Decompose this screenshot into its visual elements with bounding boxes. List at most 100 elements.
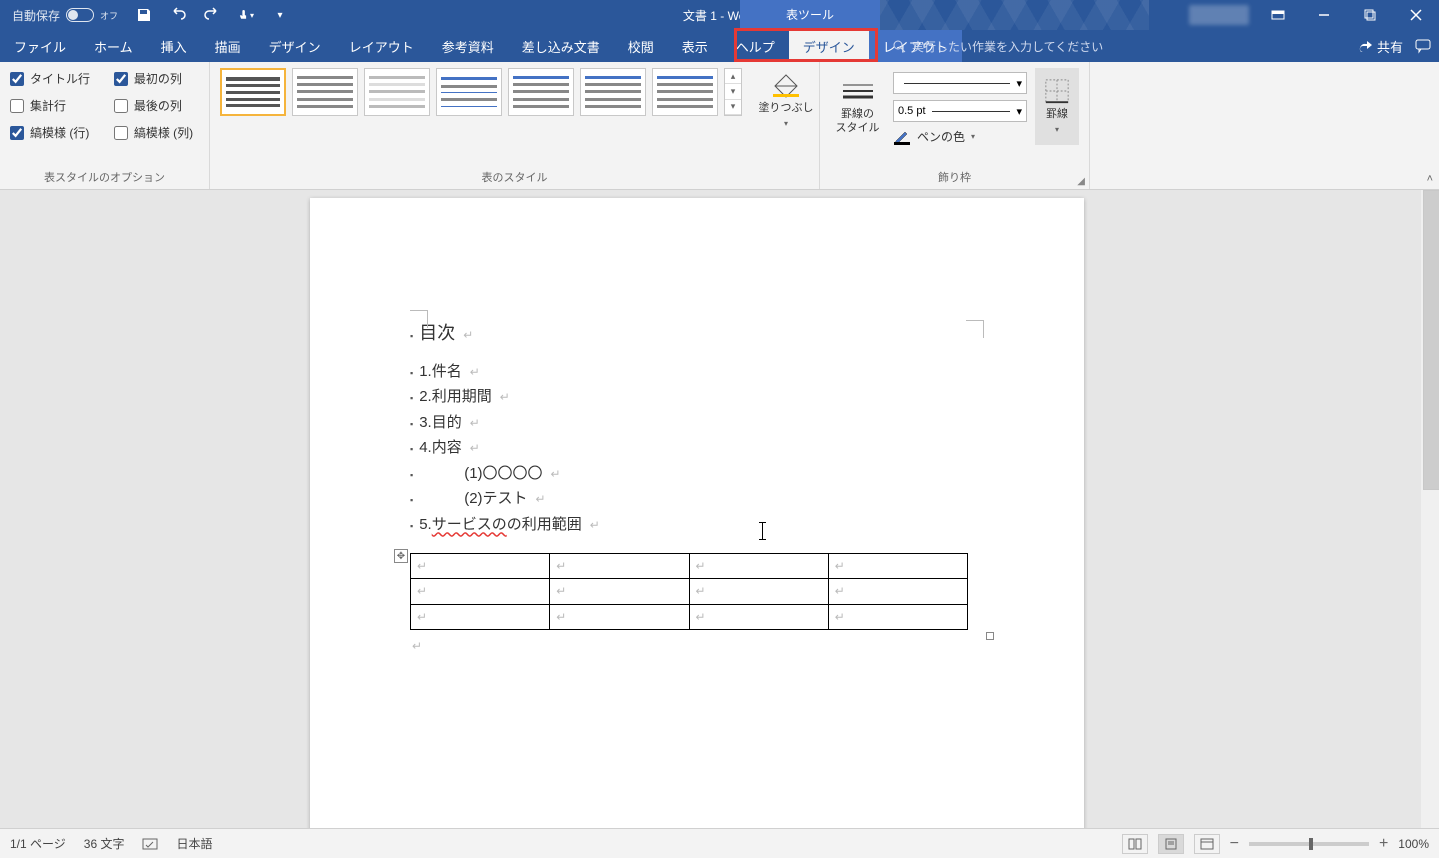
style-thumb[interactable] (292, 68, 358, 116)
table-cell[interactable]: ↵ (828, 554, 967, 579)
zoom-in-button[interactable]: + (1379, 835, 1388, 853)
bucket-icon (769, 72, 803, 98)
maximize-icon[interactable] (1347, 0, 1393, 30)
table-cell[interactable]: ↵ (550, 554, 689, 579)
table-row[interactable]: ↵↵↵↵ (411, 579, 968, 604)
btn-label: ペンの色 (917, 128, 965, 145)
doc-line: 5.サービスのの利用範囲 (419, 512, 582, 538)
tab-view[interactable]: 表示 (668, 30, 722, 62)
spellcheck-icon[interactable] (142, 836, 158, 852)
language-indicator[interactable]: 日本語 (176, 835, 212, 852)
tab-help[interactable]: ヘルプ (722, 30, 789, 62)
tab-references[interactable]: 参考資料 (428, 30, 508, 62)
tab-layout[interactable]: レイアウト (335, 30, 428, 62)
scrollbar-thumb[interactable] (1423, 190, 1439, 490)
group-label: 飾り枠 (830, 169, 1079, 187)
tab-insert[interactable]: 挿入 (147, 30, 201, 62)
table[interactable]: ✥ ↵↵↵↵↵↵↵↵↵↵↵↵ (410, 553, 984, 630)
style-thumb[interactable] (508, 68, 574, 116)
page: 目次↵ 1.件名↵ 2.利用期間↵ 3.目的↵ 4.内容↵ (1)〇〇〇〇↵ (… (310, 198, 1084, 828)
minimize-icon[interactable] (1301, 0, 1347, 30)
line-weight-combo[interactable]: 0.5 pt▾ (893, 100, 1027, 122)
chk-label: 縞模様 (列) (134, 124, 193, 141)
word-count[interactable]: 36 文字 (84, 835, 125, 852)
dialog-launcher-icon[interactable]: ◢ (1077, 176, 1085, 187)
group-table-style-options: タイトル行 最初の列 集計行 最後の列 縞模様 (行) 縞模様 (列) 表スタイ… (0, 62, 210, 189)
autosave-label: 自動保存 (12, 7, 60, 24)
shading-button[interactable]: 塗りつぶし ▾ (756, 72, 816, 129)
comments-icon[interactable] (1415, 38, 1431, 54)
view-print-layout[interactable] (1158, 834, 1184, 854)
view-read-mode[interactable] (1122, 834, 1148, 854)
chk-header-row[interactable]: タイトル行 (10, 70, 96, 87)
save-icon[interactable] (136, 7, 152, 23)
ribbon-display-icon[interactable] (1255, 0, 1301, 30)
borders-button[interactable]: 罫線 ▾ (1035, 68, 1079, 145)
table-row[interactable]: ↵↵↵↵ (411, 554, 968, 579)
table-cell[interactable]: ↵ (828, 579, 967, 604)
tell-me-search[interactable]: 実行したい作業を入力してください (892, 30, 1103, 62)
tab-design[interactable]: デザイン (255, 30, 335, 62)
gallery-more-button[interactable]: ▴▾▾ (724, 68, 742, 116)
chk-banded-columns[interactable]: 縞模様 (列) (114, 124, 199, 141)
style-thumb[interactable] (436, 68, 502, 116)
table-row[interactable]: ↵↵↵↵ (411, 604, 968, 629)
chk-first-column[interactable]: 最初の列 (114, 70, 199, 87)
border-styles-button[interactable]: 罫線の スタイル (830, 68, 885, 145)
tab-draw[interactable]: 描画 (201, 30, 255, 62)
tab-review[interactable]: 校閲 (614, 30, 668, 62)
chk-banded-rows[interactable]: 縞模様 (行) (10, 124, 96, 141)
table-cell[interactable]: ↵ (689, 579, 828, 604)
borders-icon (1040, 78, 1074, 104)
share-button[interactable]: 共有 (1359, 37, 1403, 56)
chk-label: 縞模様 (行) (30, 124, 89, 141)
table-cell[interactable]: ↵ (689, 604, 828, 629)
table-cell[interactable]: ↵ (411, 554, 550, 579)
table-tools-contextual-tab: 表ツール (740, 0, 880, 30)
margin-marker-icon (410, 310, 428, 328)
chk-total-row[interactable]: 集計行 (10, 97, 96, 114)
document-content[interactable]: 目次↵ 1.件名↵ 2.利用期間↵ 3.目的↵ 4.内容↵ (1)〇〇〇〇↵ (… (410, 318, 984, 657)
group-table-styles: ▴▾▾ 表のスタイル 塗りつぶし ▾ (210, 62, 820, 189)
tab-mailings[interactable]: 差し込み文書 (508, 30, 614, 62)
redo-icon[interactable] (204, 7, 220, 23)
undo-icon[interactable] (170, 7, 186, 23)
vertical-scrollbar[interactable] (1421, 190, 1439, 828)
style-thumb[interactable] (652, 68, 718, 116)
page-indicator[interactable]: 1/1 ページ (10, 835, 66, 852)
document-area[interactable]: 目次↵ 1.件名↵ 2.利用期間↵ 3.目的↵ 4.内容↵ (1)〇〇〇〇↵ (… (0, 190, 1421, 828)
share-icon (1359, 39, 1373, 53)
zoom-slider[interactable] (1249, 842, 1369, 846)
margin-marker-icon (966, 320, 984, 338)
line-style-combo[interactable]: ▾ (893, 72, 1027, 94)
tab-file[interactable]: ファイル (0, 30, 80, 62)
decorative-pattern (880, 0, 1149, 30)
share-label: 共有 (1377, 37, 1403, 56)
autosave-toggle[interactable]: 自動保存 オフ (12, 7, 118, 24)
collapse-ribbon-icon[interactable]: ˄ (1427, 173, 1433, 185)
table-move-handle-icon[interactable]: ✥ (394, 549, 408, 563)
user-account[interactable] (1189, 5, 1249, 25)
table-styles-gallery[interactable]: ▴▾▾ (220, 68, 809, 116)
close-icon[interactable] (1393, 0, 1439, 30)
status-bar: 1/1 ページ 36 文字 日本語 − + 100% (0, 828, 1439, 858)
table-cell[interactable]: ↵ (828, 604, 967, 629)
style-thumb[interactable] (580, 68, 646, 116)
table-cell[interactable]: ↵ (689, 554, 828, 579)
chk-last-column[interactable]: 最後の列 (114, 97, 199, 114)
view-web-layout[interactable] (1194, 834, 1220, 854)
touch-mode-icon[interactable]: ▾ (238, 7, 254, 23)
table-resize-handle-icon[interactable] (986, 632, 994, 640)
style-thumb[interactable] (364, 68, 430, 116)
pen-color-button[interactable]: ペンの色▾ (893, 128, 1027, 145)
tab-table-design[interactable]: デザイン (789, 30, 869, 62)
zoom-out-button[interactable]: − (1230, 835, 1239, 853)
zoom-level[interactable]: 100% (1398, 837, 1429, 851)
qat-customize-icon[interactable]: ▾ (272, 7, 288, 23)
tab-home[interactable]: ホーム (80, 30, 147, 62)
style-thumb[interactable] (220, 68, 286, 116)
table-cell[interactable]: ↵ (550, 604, 689, 629)
table-cell[interactable]: ↵ (411, 579, 550, 604)
table-cell[interactable]: ↵ (411, 604, 550, 629)
table-cell[interactable]: ↵ (550, 579, 689, 604)
